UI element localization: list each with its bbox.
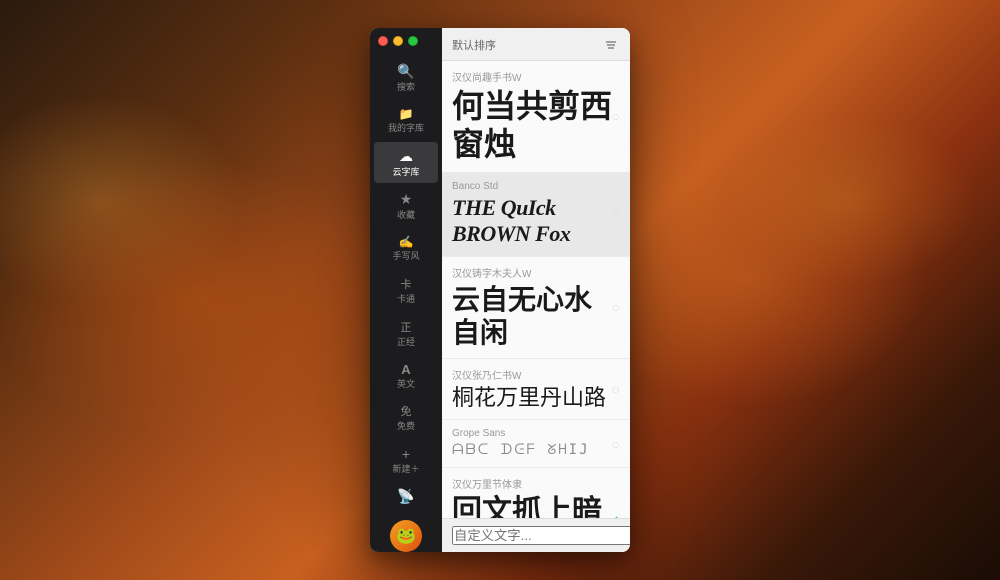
checkmark-icon: ✓ <box>608 512 620 518</box>
font-item[interactable]: 汉仪万里节体隶 回文抓上暗生尘 ✓ <box>442 468 630 518</box>
star-icon: ★ <box>400 191 413 208</box>
radio-icon: 📡 <box>397 488 414 505</box>
sort-label: 默认排序 <box>452 37 596 53</box>
font-preview: 桐花万里丹山路 <box>452 385 618 411</box>
font-item[interactable]: 汉仪铸字木夫人W 云自无心水自闲 ○ <box>442 257 630 359</box>
cloud-icon: ☁ <box>399 148 413 165</box>
sidebar-item-favorites[interactable]: ★ 收藏 <box>374 185 438 227</box>
search-icon: 🔍 <box>397 63 414 80</box>
font-preview: ᗩᗷᑕ ᗪᕮᖴ ᘜᕼIJ <box>452 442 618 459</box>
checkmark-icon: ○ <box>612 381 620 397</box>
font-item[interactable]: Grope Sans ᗩᗷᑕ ᗪᕮᖴ ᘜᕼIJ ○ <box>442 420 630 468</box>
checkmark-icon: ○ <box>612 206 620 222</box>
font-name: 汉仪铸字木夫人W <box>452 265 618 280</box>
regular-icon: 正 <box>401 319 412 335</box>
font-preview: 回文抓上暗生尘 <box>452 494 618 518</box>
maximize-button[interactable] <box>408 36 418 46</box>
font-name: 汉仪张乃仁书W <box>452 367 618 382</box>
close-button[interactable] <box>378 36 388 46</box>
sidebar-item-english[interactable]: A 英文 <box>374 356 438 396</box>
sidebar: 🔍 搜索 📁 我的字库 ☁ 云字库 ★ 收藏 ✍ 手写风 卡 卡通 正 正经 <box>370 28 442 552</box>
sidebar-item-cloud[interactable]: ☁ 云字库 <box>374 142 438 184</box>
checkmark-icon: ○ <box>612 108 620 124</box>
font-preview: 云自无心水自闲 <box>452 283 618 350</box>
font-name: 汉仪万里节体隶 <box>452 476 618 491</box>
handwriting-icon: ✍ <box>399 235 414 249</box>
sidebar-bottom: 📡 🐸 <box>390 482 422 552</box>
main-content: 默认排序 汉仪尚趣手书W 何当共剪西窗烛 ○ Banco Std THE QuI… <box>442 28 630 552</box>
sidebar-item-new[interactable]: + 新建＋ <box>374 440 438 481</box>
app-window: 🔍 搜索 📁 我的字库 ☁ 云字库 ★ 收藏 ✍ 手写风 卡 卡通 正 正经 <box>370 28 630 552</box>
font-preview: 何当共剪西窗烛 <box>452 87 618 164</box>
checkmark-icon: ○ <box>612 436 620 452</box>
filter-icon[interactable] <box>602 36 620 54</box>
font-preview: THE QuIck BROWN Fox <box>452 195 618 248</box>
font-list: 汉仪尚趣手书W 何当共剪西窗烛 ○ Banco Std THE QuIck BR… <box>442 61 630 518</box>
cartoon-icon: 卡 <box>401 276 412 292</box>
font-name: Grope Sans <box>452 428 618 439</box>
font-item[interactable]: Banco Std THE QuIck BROWN Fox ○ <box>442 173 630 257</box>
minimize-button[interactable] <box>393 36 403 46</box>
add-icon: + <box>402 446 410 462</box>
sidebar-item-handwriting[interactable]: ✍ 手写风 <box>374 229 438 268</box>
free-icon: 免 <box>401 403 412 419</box>
avatar[interactable]: 🐸 <box>390 520 422 552</box>
avatar-emoji: 🐸 <box>396 526 416 546</box>
sidebar-item-search[interactable]: 🔍 搜索 <box>374 57 438 99</box>
window-controls <box>378 36 418 46</box>
sidebar-item-my-fonts[interactable]: 📁 我的字库 <box>374 101 438 140</box>
sidebar-item-free[interactable]: 免 免费 <box>374 397 438 438</box>
font-name: 汉仪尚趣手书W <box>452 69 618 84</box>
sidebar-item-regular[interactable]: 正 正经 <box>374 313 438 354</box>
bottom-bar: A A A ▶ <box>442 518 630 552</box>
radio-button[interactable]: 📡 <box>391 482 421 512</box>
folder-icon: 📁 <box>399 107 414 121</box>
font-name: Banco Std <box>452 181 618 192</box>
checkmark-icon: ○ <box>612 299 620 315</box>
font-item[interactable]: 汉仪张乃仁书W 桐花万里丹山路 ○ <box>442 359 630 420</box>
toolbar: 默认排序 <box>442 28 630 61</box>
sidebar-item-cartoon[interactable]: 卡 卡通 <box>374 270 438 311</box>
custom-text-input[interactable] <box>452 526 630 545</box>
font-item[interactable]: 汉仪尚趣手书W 何当共剪西窗烛 ○ <box>442 61 630 173</box>
english-icon: A <box>401 362 410 377</box>
